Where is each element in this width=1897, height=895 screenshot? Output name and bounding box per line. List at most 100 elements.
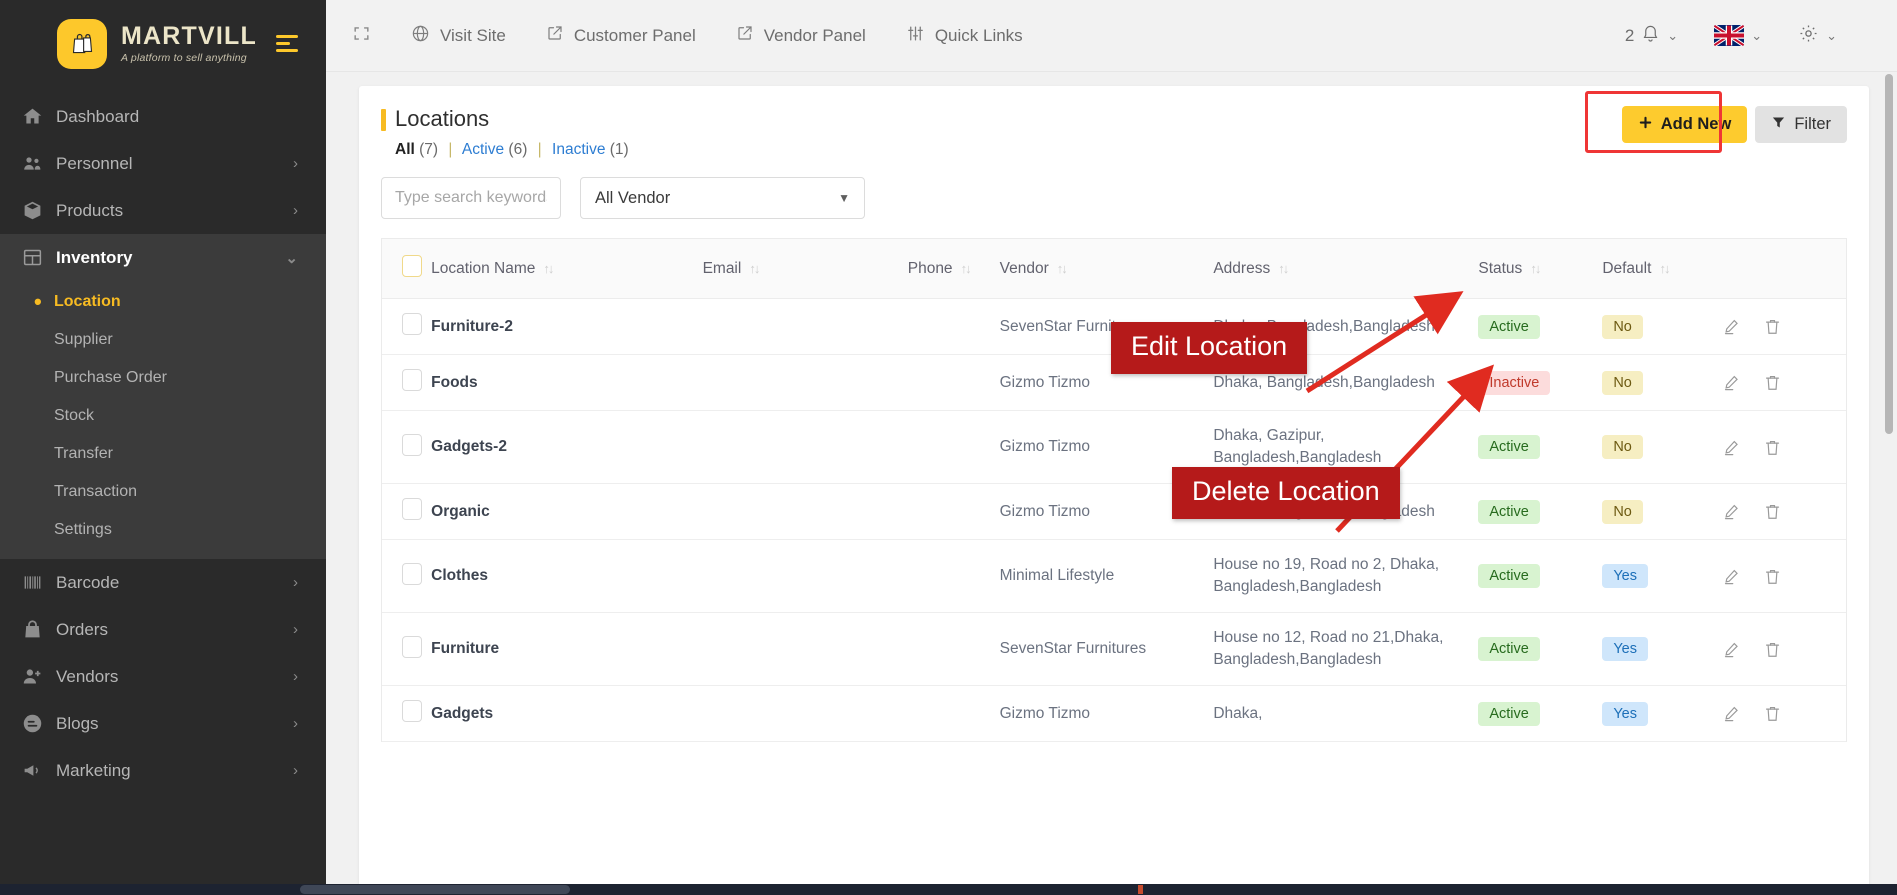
sidebar-subitem-settings[interactable]: • Settings <box>0 511 326 549</box>
vertical-scrollbar[interactable] <box>1883 72 1895 895</box>
tab-active[interactable]: Active <box>462 141 504 158</box>
sort-icon[interactable]: ↑↓ <box>961 262 970 275</box>
sidebar-subitem-location[interactable]: • Location <box>0 283 326 321</box>
sidebar-item-vendors[interactable]: Vendors › <box>0 653 326 700</box>
cell-address: Dhaka, Bangladesh,Bangladesh <box>1213 355 1478 411</box>
sort-icon[interactable]: ↑↓ <box>1278 262 1287 275</box>
language-switcher[interactable]: ⌄ <box>1696 25 1780 46</box>
cell-vendor: Gizmo Tizmo <box>1000 355 1214 411</box>
search-input[interactable] <box>381 177 561 219</box>
cell-email <box>703 540 908 613</box>
sidebar-item-blogs[interactable]: Blogs › <box>0 700 326 747</box>
notifications-button[interactable]: 2 ⌄ <box>1607 24 1696 48</box>
row-checkbox[interactable] <box>402 563 422 585</box>
tab-active-count: (6) <box>508 141 527 158</box>
pencil-icon[interactable] <box>1722 704 1741 723</box>
chevron-right-icon: › <box>293 621 298 638</box>
add-new-button[interactable]: Add New <box>1622 106 1748 143</box>
trash-icon[interactable] <box>1763 704 1782 723</box>
status-badge: Active <box>1478 702 1540 726</box>
vendor-select[interactable]: All Vendor ▼ <box>580 177 865 219</box>
sidebar-subitem-transfer[interactable]: • Transfer <box>0 435 326 473</box>
location-name: Furniture <box>431 640 499 657</box>
sidebar-item-products[interactable]: Products › <box>0 187 326 234</box>
megaphone-icon <box>22 760 56 781</box>
sidebar-item-dashboard[interactable]: Dashboard <box>0 93 326 140</box>
sort-icon[interactable]: ↑↓ <box>543 262 552 275</box>
sidebar-subitem-purchase-order[interactable]: • Purchase Order <box>0 359 326 397</box>
cell-location-name: Furniture <box>431 613 702 686</box>
pencil-icon[interactable] <box>1722 373 1741 392</box>
topbar: Visit Site Customer Panel Vendor Panel <box>326 0 1897 72</box>
sidebar-subitem-stock[interactable]: • Stock <box>0 397 326 435</box>
th-status[interactable]: Status↑↓ <box>1478 239 1602 299</box>
chevron-right-icon: › <box>293 715 298 732</box>
sidebar-subitem-transaction[interactable]: • Transaction <box>0 473 326 511</box>
scrollbar-thumb[interactable] <box>1885 74 1893 434</box>
tab-all[interactable]: All <box>395 141 415 158</box>
topbar-right-group: 2 ⌄ <box>1607 23 1871 49</box>
cell-address: Dhaka, Bangladesh,Bangladesh <box>1213 299 1478 355</box>
pencil-icon[interactable] <box>1722 640 1741 659</box>
sidebar-item-inventory[interactable]: Inventory ⌄ <box>0 234 326 281</box>
sort-icon[interactable]: ↑↓ <box>749 262 758 275</box>
status-badge: Active <box>1478 564 1540 588</box>
trash-icon[interactable] <box>1763 438 1782 457</box>
filter-button[interactable]: Filter <box>1755 106 1847 143</box>
tab-inactive[interactable]: Inactive <box>552 141 605 158</box>
th-location-name[interactable]: Location Name↑↓ <box>431 239 702 299</box>
row-checkbox[interactable] <box>402 313 422 335</box>
th-default[interactable]: Default↑↓ <box>1602 239 1717 299</box>
fullscreen-button[interactable] <box>352 24 391 48</box>
row-checkbox[interactable] <box>402 498 422 520</box>
row-checkbox[interactable] <box>402 434 422 456</box>
trash-icon[interactable] <box>1763 373 1782 392</box>
pencil-icon[interactable] <box>1722 317 1741 336</box>
trash-icon[interactable] <box>1763 502 1782 521</box>
row-checkbox[interactable] <box>402 636 422 658</box>
sidebar-item-label: Barcode <box>56 573 293 593</box>
cell-status: Active <box>1478 613 1602 686</box>
table-row: ClothesMinimal LifestyleHouse no 19, Roa… <box>382 540 1846 613</box>
sidebar-item-orders[interactable]: Orders › <box>0 606 326 653</box>
th-address[interactable]: Address↑↓ <box>1213 239 1478 299</box>
th-vendor[interactable]: Vendor↑↓ <box>1000 239 1214 299</box>
location-name: Foods <box>431 374 478 391</box>
chevron-right-icon: › <box>293 762 298 779</box>
pencil-icon[interactable] <box>1722 502 1741 521</box>
pencil-icon[interactable] <box>1722 567 1741 586</box>
sort-icon[interactable]: ↑↓ <box>1057 262 1066 275</box>
location-name: Gadgets-2 <box>431 438 507 455</box>
trash-icon[interactable] <box>1763 567 1782 586</box>
chevron-right-icon: › <box>293 202 298 219</box>
locations-table: Location Name↑↓ Email↑↓ Phone↑↓ Vendor↑↓ <box>382 239 1846 742</box>
topbar-visit-site[interactable]: Visit Site <box>391 24 526 48</box>
horizontal-scrollbar-thumb[interactable] <box>300 885 570 894</box>
th-email[interactable]: Email↑↓ <box>703 239 908 299</box>
cell-address: House no 19, Road no 2, Dhaka, Banglades… <box>1213 540 1478 613</box>
topbar-quick-links[interactable]: Quick Links <box>886 24 1043 48</box>
table-row: Gadgets-2Gizmo TizmoDhaka, Gazipur, Bang… <box>382 411 1846 484</box>
topbar-customer-panel[interactable]: Customer Panel <box>526 24 716 47</box>
sidebar-item-label: Orders <box>56 620 293 640</box>
sidebar-item-barcode[interactable]: Barcode › <box>0 559 326 606</box>
cell-phone <box>908 411 1000 484</box>
horizontal-scrollbar[interactable] <box>0 884 1897 895</box>
row-checkbox[interactable] <box>402 700 422 722</box>
row-checkbox[interactable] <box>402 369 422 391</box>
select-all-checkbox[interactable] <box>402 255 422 277</box>
topbar-vendor-panel[interactable]: Vendor Panel <box>716 24 886 47</box>
sidebar-item-personnel[interactable]: Personnel › <box>0 140 326 187</box>
trash-icon[interactable] <box>1763 317 1782 336</box>
sort-icon[interactable]: ↑↓ <box>1659 262 1668 275</box>
collapse-menu-icon[interactable] <box>276 35 298 52</box>
sidebar-item-marketing[interactable]: Marketing › <box>0 747 326 794</box>
sidebar-subitem-supplier[interactable]: • Supplier <box>0 321 326 359</box>
tab-all-count: (7) <box>419 141 438 158</box>
trash-icon[interactable] <box>1763 640 1782 659</box>
th-phone[interactable]: Phone↑↓ <box>908 239 1000 299</box>
location-name: Clothes <box>431 567 488 584</box>
pencil-icon[interactable] <box>1722 438 1741 457</box>
settings-menu[interactable]: ⌄ <box>1780 23 1855 49</box>
sort-icon[interactable]: ↑↓ <box>1530 262 1539 275</box>
